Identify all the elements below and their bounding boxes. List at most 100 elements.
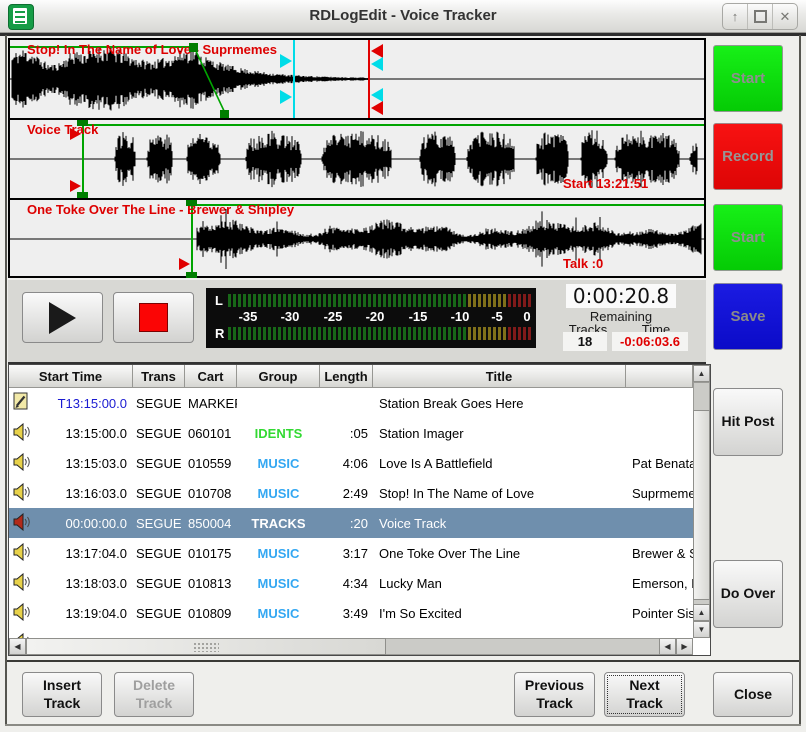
waveform-track-2-voice[interactable]: Voice Track Start 13:21:51 (10, 120, 704, 198)
vu-segment (438, 327, 441, 340)
hscroll-left-button[interactable]: ◀ (9, 638, 26, 655)
track3-start-handle-top[interactable] (186, 200, 197, 206)
cell-artist: Emerson, Lake & Palmer (626, 576, 693, 591)
vu-segment (228, 294, 231, 307)
cell-len: 4:06 (320, 456, 373, 471)
log-row[interactable]: 13:20:04.0SEGUE010705MUSIC2:36(Sittin' O… (9, 628, 693, 638)
previous-track-button[interactable]: Previous Track (514, 672, 595, 717)
vu-segment (408, 294, 411, 307)
vu-segment (298, 294, 301, 307)
vu-segment (498, 294, 501, 307)
track1-segue-end-marker-bottom[interactable] (371, 88, 383, 102)
track1-segue-start-marker-bottom[interactable] (280, 90, 292, 104)
log-row[interactable]: 13:19:04.0SEGUE010809MUSIC3:49I'm So Exc… (9, 598, 693, 628)
vu-segment (303, 294, 306, 307)
log-header-title[interactable]: Title (373, 365, 626, 388)
vu-segment (263, 294, 266, 307)
vu-scale-label: -20 (366, 309, 385, 324)
log-header-length[interactable]: Length (320, 365, 373, 388)
vscroll-up-button[interactable]: ▲ (693, 365, 710, 382)
hit-post-button[interactable]: Hit Post (713, 388, 783, 456)
track2-start-handle-top[interactable] (77, 120, 88, 126)
track3-start-marker[interactable] (179, 258, 190, 270)
cell-title: Station Imager (373, 426, 626, 441)
track1-fade-handle-top[interactable] (189, 43, 198, 52)
log-header-trans[interactable]: Trans (133, 365, 185, 388)
vu-segment (273, 327, 276, 340)
vu-segment (493, 294, 496, 307)
hscroll-left2-button[interactable]: ◀ (659, 638, 676, 655)
log-header-cart[interactable]: Cart (185, 365, 237, 388)
cell-title: Stop! In The Name of Love (373, 486, 626, 501)
track3-start-handle-bottom[interactable] (186, 272, 197, 278)
track1-segue-end-marker-top[interactable] (371, 57, 383, 71)
cell-cart: 060101 (185, 426, 237, 441)
vu-meter: L -35-30-25-20-15-10-50 R (206, 288, 536, 348)
log-row[interactable]: 13:15:03.0SEGUE010559MUSIC4:06Love Is A … (9, 448, 693, 478)
hscroll-thumb[interactable] (26, 638, 386, 655)
vu-segment (263, 327, 266, 340)
log-header-start-time[interactable]: Start Time (9, 365, 133, 388)
track2-start-marker-top[interactable] (70, 128, 81, 140)
vu-segment (323, 327, 326, 340)
cell-cart: 010559 (185, 456, 237, 471)
track1-end-marker-bottom[interactable] (371, 101, 383, 115)
cell-title: One Toke Over The Line (373, 546, 626, 561)
track1-end-marker-top[interactable] (371, 44, 383, 58)
insert-track-button[interactable]: Insert Track (22, 672, 102, 717)
vu-scale-label: -25 (324, 309, 343, 324)
log-row[interactable]: 13:16:03.0SEGUE010708MUSIC2:49Stop! In T… (9, 478, 693, 508)
track2-start-handle-bottom[interactable] (77, 192, 88, 198)
vu-segment (448, 327, 451, 340)
cell-group: MUSIC (237, 546, 320, 561)
marker-icon (9, 392, 33, 414)
log-row-selected[interactable]: 00:00:00.0SEGUE850004TRACKS:20Voice Trac… (9, 508, 693, 538)
track1-segue-start-marker-top[interactable] (280, 54, 292, 68)
stop-button[interactable] (113, 292, 194, 343)
play-button[interactable] (22, 292, 103, 343)
hscroll-right-button[interactable]: ▶ (676, 638, 693, 655)
cell-group: MUSIC (237, 486, 320, 501)
start-track1-button[interactable]: Start (713, 45, 783, 112)
delete-track-button[interactable]: Delete Track (114, 672, 194, 717)
vscroll-thumb[interactable] (693, 410, 710, 600)
window-title: RDLogEdit - Voice Tracker (0, 0, 806, 32)
track1-end-line[interactable] (368, 40, 370, 118)
vu-segment (473, 294, 476, 307)
vu-segment (283, 327, 286, 340)
log-row[interactable]: 13:18:03.0SEGUE010813MUSIC4:34Lucky ManE… (9, 568, 693, 598)
close-button[interactable]: Close (713, 672, 793, 717)
vu-segment (308, 327, 311, 340)
log-row[interactable]: 13:15:00.0SEGUE060101IDENTS:05Station Im… (9, 418, 693, 448)
remaining-tracks-value: 18 (563, 332, 607, 351)
record-button[interactable]: Record (713, 123, 783, 190)
start-track3-button[interactable]: Start (713, 204, 783, 271)
waveform-track-3[interactable]: One Toke Over The Line - Brewer & Shiple… (10, 200, 704, 278)
vu-segment (388, 327, 391, 340)
next-track-button[interactable]: Next Track (604, 672, 685, 717)
track1-segue-start-line[interactable] (293, 40, 295, 118)
track2-level-line[interactable] (84, 124, 704, 126)
log-header-blank[interactable] (626, 365, 693, 388)
log-row[interactable]: 13:17:04.0SEGUE010175MUSIC3:17One Toke O… (9, 538, 693, 568)
log-header-group[interactable]: Group (237, 365, 320, 388)
log-row[interactable]: T13:15:00.0SEGUEMARKERStation Break Goes… (9, 388, 693, 418)
vu-scale: -35-30-25-20-15-10-50 (206, 309, 536, 325)
shade-window-button[interactable]: ↑ (723, 4, 747, 29)
vu-segment (478, 294, 481, 307)
log-table-rows: T13:15:00.0SEGUEMARKERStation Break Goes… (9, 388, 693, 638)
waveform-track-1[interactable]: Stop! In The Name of Love - Suprmemes (10, 40, 704, 118)
cell-len: 3:17 (320, 546, 373, 561)
save-button[interactable]: Save (713, 283, 783, 350)
track2-start-time-label: Start 13:21:51 (563, 176, 648, 191)
log-table: Start TimeTransCartGroupLengthTitle T13:… (8, 364, 711, 656)
cell-time: 13:15:03.0 (33, 456, 133, 471)
maximize-window-button[interactable] (747, 4, 772, 29)
waveform-stack: Stop! In The Name of Love - Suprmemes Vo… (8, 38, 706, 278)
track1-fade-handle-bottom[interactable] (220, 110, 229, 118)
close-window-button[interactable]: ✕ (772, 4, 797, 29)
do-over-button[interactable]: Do Over (713, 560, 783, 628)
vscroll-up2-button[interactable]: ▲ (693, 604, 710, 621)
track2-start-marker-bottom[interactable] (70, 180, 81, 192)
vscroll-down-button[interactable]: ▼ (693, 621, 710, 638)
